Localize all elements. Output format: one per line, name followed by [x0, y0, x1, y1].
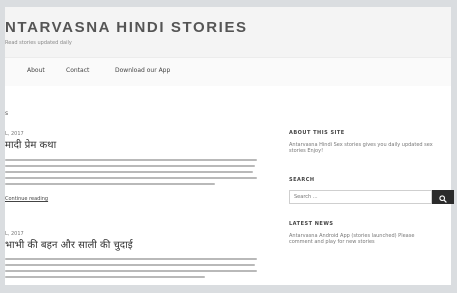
widget-text-latest[interactable]: Antarvasna Android App (stories launched…: [289, 233, 439, 245]
nav-item-about[interactable]: About: [27, 67, 45, 74]
widget-text-about: Antarvasna Hindi Sex stories gives you d…: [289, 142, 433, 154]
content-area: s L, 2017 मादी प्रेम कथा Continue readin…: [5, 86, 454, 285]
search-input[interactable]: [289, 190, 432, 204]
site-tagline: Read stories updated daily: [5, 40, 72, 46]
widget-title-search: SEARCH: [289, 177, 315, 183]
window-frame-right: [451, 0, 457, 293]
nav-item-download-app[interactable]: Download our App: [115, 67, 170, 74]
site-header: NTARVASNA HINDI STORIES Read stories upd…: [5, 7, 451, 57]
search-icon: [439, 194, 447, 203]
window-frame-bottom: [0, 285, 457, 293]
post-title[interactable]: मादी प्रेम कथा: [5, 137, 56, 151]
continue-reading-link[interactable]: Continue reading: [5, 196, 48, 202]
post-title[interactable]: भाभी की बहन और साली की चुदाई: [5, 237, 133, 251]
widget-title-about: ABOUT THIS SITE: [289, 130, 345, 136]
site-title[interactable]: NTARVASNA HINDI STORIES: [5, 19, 248, 36]
section-heading: s: [5, 110, 9, 117]
search-button[interactable]: [432, 190, 454, 204]
widget-title-latest: LATEST NEWS: [289, 221, 334, 227]
nav-item-contact[interactable]: Contact: [66, 67, 89, 74]
main-navigation: About Contact Download our App: [5, 57, 451, 87]
window-frame-top: [0, 0, 457, 7]
